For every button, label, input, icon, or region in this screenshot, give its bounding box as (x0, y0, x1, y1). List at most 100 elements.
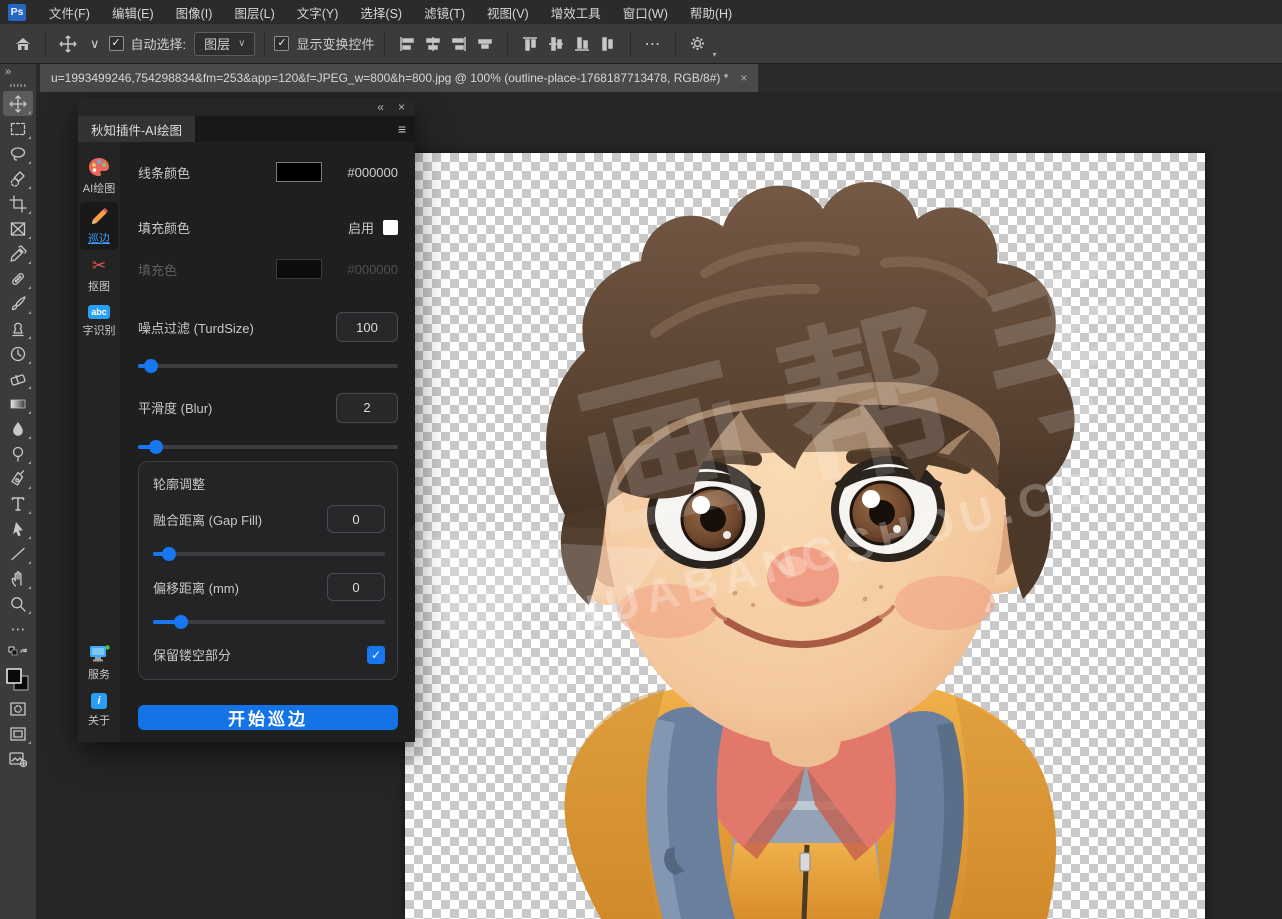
toolbar-grip[interactable] (10, 84, 26, 87)
nav-outline[interactable]: 巡边 (80, 202, 118, 250)
align-center-h-icon[interactable] (420, 31, 446, 57)
gap-fill-input[interactable] (327, 505, 385, 533)
tool-spot-healing[interactable] (3, 266, 33, 291)
tool-zoom[interactable] (3, 591, 33, 616)
home-icon[interactable] (10, 31, 36, 57)
expand-toolbar-icon[interactable]: » (0, 64, 15, 78)
tool-clone-stamp[interactable] (3, 316, 33, 341)
menu-view[interactable]: 视图(V) (476, 3, 540, 22)
tool-crop[interactable] (3, 191, 33, 216)
plugins-panel-icon[interactable] (3, 746, 33, 771)
document-tab[interactable]: u=1993499246,754298834&fm=253&app=120&f=… (40, 64, 758, 92)
keep-hollow-row: 保留镂空部分 ✓ (153, 645, 385, 664)
line-color-swatch[interactable] (276, 162, 322, 182)
document-title: u=1993499246,754298834&fm=253&app=120&f=… (51, 71, 728, 85)
plugin-tab[interactable]: 秋知插件-AI绘图 (78, 116, 195, 142)
distribute-v-icon[interactable] (595, 31, 621, 57)
tool-pen[interactable] (3, 466, 33, 491)
fill-enable-checkbox[interactable] (383, 220, 398, 235)
abc-icon: abc (88, 305, 110, 319)
auto-select-dropdown[interactable]: 图层 ∨ (194, 32, 255, 56)
auto-select-checkbox[interactable]: ✓ (109, 36, 124, 51)
blur-label: 平滑度 (Blur) (138, 398, 336, 417)
panel-menu-icon[interactable]: ≡ (398, 121, 406, 137)
fill-enable-row: 填充颜色 启用 (138, 218, 398, 237)
tool-brush[interactable] (3, 291, 33, 316)
nav-ocr[interactable]: abc 字识别 (80, 300, 118, 342)
tool-blur[interactable] (3, 416, 33, 441)
tool-hand[interactable] (3, 566, 33, 591)
auto-select-value: 图层 (204, 34, 230, 53)
blur-slider[interactable] (138, 440, 398, 441)
menu-layer[interactable]: 图层(L) (223, 3, 285, 22)
swap-colors-icon[interactable] (3, 641, 33, 666)
menu-image[interactable]: 图像(I) (165, 3, 224, 22)
offset-slider-thumb[interactable] (174, 615, 188, 629)
screen-mode-icon[interactable] (3, 721, 33, 746)
turdsize-slider[interactable] (138, 359, 398, 360)
move-tool-icon[interactable] (55, 31, 81, 57)
nav-cutout[interactable]: ✂ 抠图 (80, 252, 118, 298)
tool-line[interactable] (3, 541, 33, 566)
quick-mask-icon[interactable] (3, 696, 33, 721)
tool-type[interactable] (3, 491, 33, 516)
tool-rectangular-marquee[interactable] (3, 116, 33, 141)
more-options-icon[interactable]: ⋯ (640, 31, 666, 57)
tool-lasso[interactable] (3, 141, 33, 166)
menu-type[interactable]: 文字(Y) (286, 3, 350, 22)
menu-plugins[interactable]: 增效工具 (540, 3, 612, 22)
tool-history-brush[interactable] (3, 341, 33, 366)
menu-help[interactable]: 帮助(H) (679, 3, 743, 22)
tool-dodge[interactable] (3, 441, 33, 466)
menu-window[interactable]: 窗口(W) (612, 3, 679, 22)
tool-frame[interactable] (3, 216, 33, 241)
distribute-h-icon[interactable] (472, 31, 498, 57)
tool-eyedropper[interactable] (3, 241, 33, 266)
panel-close-icon[interactable]: × (398, 99, 405, 115)
turdsize-row: 噪点过滤 (TurdSize) (138, 312, 398, 342)
tool-move[interactable] (3, 91, 33, 116)
align-bottom-icon[interactable] (569, 31, 595, 57)
turdsize-slider-thumb[interactable] (144, 359, 158, 373)
palette-icon (88, 157, 110, 177)
offset-slider[interactable] (153, 615, 385, 629)
blur-slider-thumb[interactable] (149, 440, 163, 454)
tool-gradient[interactable] (3, 391, 33, 416)
align-right-icon[interactable] (446, 31, 472, 57)
tool-quick-selection[interactable] (3, 166, 33, 191)
tool-more[interactable]: ⋯ (3, 616, 33, 641)
tool-preset-chevron[interactable]: ∨ (81, 32, 109, 56)
foreground-background-swatches[interactable] (3, 666, 33, 696)
fill-color-row: 填充色 #000000 (138, 259, 398, 279)
menu-file[interactable]: 文件(F) (38, 3, 101, 22)
turdsize-input[interactable] (336, 312, 398, 342)
gap-fill-slider[interactable] (153, 547, 385, 561)
menu-filter[interactable]: 滤镜(T) (413, 3, 476, 22)
nav-service[interactable]: 服务 (80, 640, 118, 686)
keep-hollow-checkbox[interactable]: ✓ (367, 646, 385, 664)
plugin-nav-rail: AI绘图 巡边 ✂ 抠图 abc 字识别 服务 i 关于 (78, 142, 120, 742)
nav-ai-draw[interactable]: AI绘图 (80, 152, 118, 200)
tool-path-select[interactable] (3, 516, 33, 541)
panel-tab-bar: 秋知插件-AI绘图 ≡ (78, 116, 415, 142)
show-transform-label: 显示变换控件 (296, 34, 374, 53)
start-outline-button[interactable]: 开始巡边 (138, 705, 398, 730)
panel-collapse-icon[interactable]: « (377, 99, 384, 115)
align-middle-v-icon[interactable] (543, 31, 569, 57)
panel-controls: « × (78, 98, 415, 116)
menu-edit[interactable]: 编辑(E) (101, 3, 165, 22)
options-bar: ∨ ✓ 自动选择: 图层 ∨ ✓ 显示变换控件 ⋯ ▾ (0, 24, 1282, 64)
tool-eraser[interactable] (3, 366, 33, 391)
align-left-icon[interactable] (394, 31, 420, 57)
menu-select[interactable]: 选择(S) (349, 3, 413, 22)
align-top-icon[interactable] (517, 31, 543, 57)
blur-input[interactable] (336, 393, 398, 423)
document-close-icon[interactable]: × (740, 71, 747, 85)
offset-input[interactable] (327, 573, 385, 601)
nav-about[interactable]: i 关于 (80, 688, 118, 732)
workspace-gear-icon[interactable] (685, 31, 711, 57)
canvas[interactable] (405, 153, 1205, 919)
show-transform-checkbox[interactable]: ✓ (274, 36, 289, 51)
fill-color-hex-label: 填充色 (138, 260, 276, 279)
gap-fill-slider-thumb[interactable] (162, 547, 176, 561)
